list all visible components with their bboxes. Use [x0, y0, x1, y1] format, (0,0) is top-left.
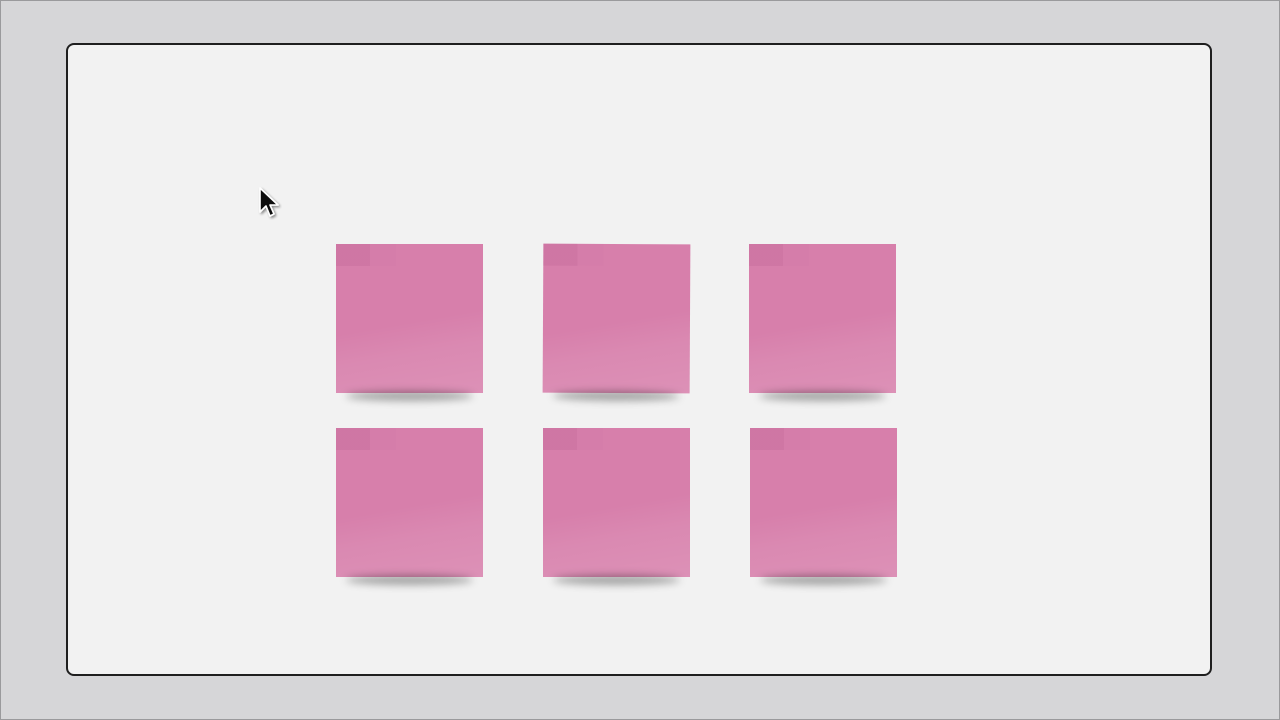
- mouse-pointer-icon: [259, 187, 279, 217]
- sticky-note[interactable]: [749, 244, 896, 393]
- sticky-note[interactable]: [336, 428, 483, 577]
- whiteboard-canvas[interactable]: [66, 43, 1212, 676]
- sticky-note[interactable]: [750, 428, 897, 577]
- sticky-note[interactable]: [542, 243, 691, 394]
- sticky-note[interactable]: [543, 428, 690, 577]
- sticky-note[interactable]: [336, 244, 483, 393]
